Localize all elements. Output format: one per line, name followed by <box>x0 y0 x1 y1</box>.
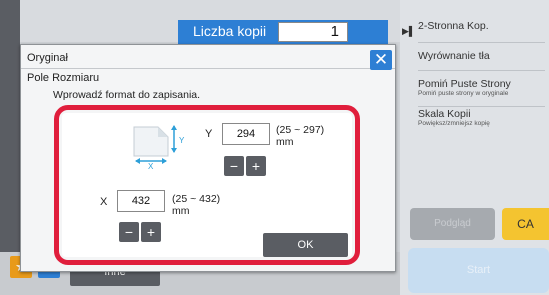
menu-skip-blank-sub: Pomiń puste strony w oryginale <box>418 90 509 97</box>
paper-dimensions-icon: Y <box>133 125 185 164</box>
copies-bar: Liczba kopii 1 <box>178 20 388 44</box>
y-range-text: (25 ~ 297) <box>276 124 325 136</box>
copies-count-field[interactable]: 1 <box>278 22 348 42</box>
x-range-text: (25 ~ 432) <box>172 193 221 205</box>
dialog-title: Oryginał <box>27 52 68 64</box>
dialog-divider <box>21 68 395 69</box>
y-unit-text: mm <box>276 136 294 148</box>
ok-button[interactable]: OK <box>263 233 348 257</box>
x-range: (25 ~ 432) mm <box>172 193 220 217</box>
start-button[interactable]: Start <box>408 248 549 293</box>
clear-all-button[interactable]: CA <box>502 208 549 240</box>
menu-duplex-copy[interactable]: 2-Stronna Kop. <box>418 20 545 43</box>
dialog-subtitle: Pole Rozmiaru <box>27 72 100 84</box>
y-size-input[interactable]: 294 <box>222 123 270 145</box>
x-size-input[interactable]: 432 <box>117 190 165 212</box>
menu-background-label: Wyrównanie tła <box>418 50 490 62</box>
x-plus-button[interactable]: + <box>141 222 161 242</box>
menu-skip-blank[interactable]: Pomiń Puste Strony Pomiń puste strony w … <box>418 78 545 107</box>
copies-label: Liczba kopii <box>193 23 267 39</box>
menu-copy-ratio-label: Skala Kopii <box>418 108 471 120</box>
y-range: (25 ~ 297) mm <box>276 124 324 148</box>
close-icon[interactable]: ✕ <box>370 50 392 70</box>
menu-skip-blank-label: Pomiń Puste Strony <box>418 78 511 90</box>
y-plus-button[interactable]: + <box>246 156 266 176</box>
x-axis-icon-label: X <box>148 162 154 171</box>
x-unit-text: mm <box>172 205 190 217</box>
menu-copy-ratio[interactable]: Skala Kopii Powiększ/zmniejsz kopię <box>418 108 545 138</box>
x-minus-button[interactable]: − <box>119 222 139 242</box>
y-minus-button[interactable]: − <box>224 156 244 176</box>
expand-arrow-icon[interactable]: ▶▌ <box>402 26 415 37</box>
x-label: X <box>100 196 108 208</box>
y-label: Y <box>205 128 213 140</box>
menu-copy-ratio-sub: Powiększ/zmniejsz kopię <box>418 120 490 127</box>
svg-text:Y: Y <box>179 136 185 145</box>
dialog-instruction: Wprowadź format do zapisania. <box>53 89 201 101</box>
left-strip <box>0 0 20 295</box>
menu-background-adjust[interactable]: Wyrównanie tła <box>418 50 545 71</box>
preview-button[interactable]: Podgląd <box>410 208 495 240</box>
menu-duplex-label: 2-Stronna Kop. <box>418 20 489 32</box>
